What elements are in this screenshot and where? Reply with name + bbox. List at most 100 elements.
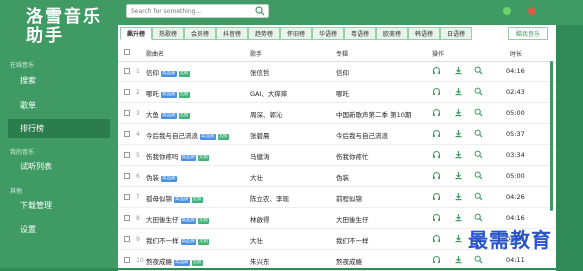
sidebar-item-search[interactable]: 搜索 xyxy=(8,71,110,90)
album: 今后我与自己流浪 xyxy=(336,132,388,140)
headphones-icon[interactable] xyxy=(432,66,441,77)
select-all-checkbox[interactable] xyxy=(124,49,130,55)
table-row[interactable]: 7 孤母似锦 高品质 无损 陈立农、李现 前程似锦 04:26 xyxy=(118,188,556,208)
download-icon[interactable] xyxy=(454,192,463,203)
search-input[interactable] xyxy=(127,5,251,17)
headphones-icon[interactable] xyxy=(432,129,441,140)
table-row[interactable]: 1 信仰 高品质 无损 张信哲 信仰 04:16 xyxy=(118,62,556,82)
tab-vip[interactable]: 会员榜 xyxy=(184,27,216,40)
search-icon[interactable] xyxy=(474,171,483,182)
singer: 张信哲 xyxy=(250,69,270,77)
row-checkbox[interactable] xyxy=(124,110,130,116)
row-checkbox[interactable] xyxy=(124,236,130,242)
singer: 大壮 xyxy=(250,174,263,182)
album: 大田後生仔 xyxy=(336,216,369,224)
download-icon[interactable] xyxy=(454,171,463,182)
table-row[interactable]: 5 伤我你疼吗 高品质 无损 马健涛 伤我你疼忙 03:34 xyxy=(118,146,556,166)
row-checkbox[interactable] xyxy=(124,194,130,200)
song-title: 大鱼 xyxy=(146,111,159,119)
sidebar: 洛雪音乐助手 在线音乐 搜索 歌单 排行榜 我的音乐 试听列表 其他 下载管理 … xyxy=(0,0,118,268)
headphones-icon[interactable] xyxy=(432,213,441,224)
headphones-icon[interactable] xyxy=(432,255,441,266)
row-checkbox[interactable] xyxy=(124,173,130,179)
row-checkbox[interactable] xyxy=(124,215,130,221)
minimize-button[interactable] xyxy=(503,7,511,15)
duration: 03:34 xyxy=(506,151,525,159)
sidebar-item-downloads[interactable]: 下载管理 xyxy=(8,196,110,215)
tab-hot[interactable]: 热歌榜 xyxy=(152,27,184,40)
singer: 张碧晨 xyxy=(250,132,270,140)
download-icon[interactable] xyxy=(454,87,463,98)
download-icon[interactable] xyxy=(454,255,463,266)
search-icon[interactable] xyxy=(474,66,483,77)
search-box[interactable] xyxy=(126,4,269,18)
tab-nostalgia[interactable]: 怀旧榜 xyxy=(280,27,312,40)
search-icon[interactable] xyxy=(474,108,483,119)
header-operations: 操作 xyxy=(432,51,445,58)
sidebar-item-settings[interactable]: 设置 xyxy=(8,220,110,239)
search-icon[interactable] xyxy=(474,213,483,224)
row-checkbox[interactable] xyxy=(124,68,130,74)
row-checkbox[interactable] xyxy=(124,89,130,95)
download-icon[interactable] xyxy=(454,213,463,224)
song-title: 伪装 xyxy=(146,174,159,182)
section-other: 其他 xyxy=(10,188,23,195)
duration: 02:43 xyxy=(506,88,525,96)
search-icon[interactable] xyxy=(474,150,483,161)
singer: 朱兴东 xyxy=(250,258,270,266)
table-row[interactable]: 4 今后我与自己流浪 高品质 无损 张碧晨 今后我与自己流浪 05:37 xyxy=(118,125,556,145)
tab-chinese[interactable]: 华语榜 xyxy=(312,27,344,40)
sidebar-item-playlists[interactable]: 歌单 xyxy=(8,96,110,115)
hq-badge: 高品质 xyxy=(161,71,177,77)
row-checkbox[interactable] xyxy=(124,131,130,137)
table-row[interactable]: 2 哪吒 高品质 无损 GAI、大痒痒 哪吒 02:43 xyxy=(118,83,556,103)
tab-cantonese[interactable]: 粤语榜 xyxy=(344,27,376,40)
headphones-icon[interactable] xyxy=(432,192,441,203)
table-row[interactable]: 6 伪装 高品质 大壮 伪装 05:00 xyxy=(118,167,556,187)
song-title: 伤我你疼吗 xyxy=(146,153,179,161)
top-bar xyxy=(118,0,583,25)
tab-trend[interactable]: 趋势榜 xyxy=(248,27,280,40)
row-checkbox[interactable] xyxy=(124,257,130,263)
table-row[interactable]: 10 熬夜成瘾 高品质 无损 朱兴东 熬夜成瘾 04:11 xyxy=(118,251,556,271)
scrollbar[interactable] xyxy=(550,61,553,211)
hq-badge: 高品质 xyxy=(174,197,190,203)
song-name: 伤我你疼吗 高品质 无损 xyxy=(146,151,209,161)
section-online-music: 在线音乐 xyxy=(10,62,35,69)
lossless-badge: 无损 xyxy=(178,71,190,77)
headphones-icon[interactable] xyxy=(432,234,441,245)
download-icon[interactable] xyxy=(454,66,463,77)
row-number: 4 xyxy=(136,131,140,138)
song-name: 大鱼 高品质 无损 xyxy=(146,109,190,119)
tab-soaring[interactable]: 飙升榜 xyxy=(120,27,152,40)
lossless-badge: 无损 xyxy=(178,113,190,119)
headphones-icon[interactable] xyxy=(432,87,441,98)
source-kuwo-tab[interactable]: 酷我音乐 xyxy=(508,27,548,40)
headphones-icon[interactable] xyxy=(432,108,441,119)
tab-douyin[interactable]: 抖音榜 xyxy=(216,27,248,40)
song-name: 大田後生仔 高品质 无损 xyxy=(146,214,209,224)
header-duration: 时长 xyxy=(510,51,523,58)
search-icon[interactable] xyxy=(255,6,265,18)
download-icon[interactable] xyxy=(454,234,463,245)
search-icon[interactable] xyxy=(474,255,483,266)
tab-western[interactable]: 欧美榜 xyxy=(376,27,408,40)
hq-badge: 高品质 xyxy=(180,155,196,161)
headphones-icon[interactable] xyxy=(432,171,441,182)
sidebar-item-listen-list[interactable]: 试听列表 xyxy=(8,157,110,176)
search-icon[interactable] xyxy=(474,129,483,140)
download-icon[interactable] xyxy=(454,129,463,140)
song-title: 我们不一样 xyxy=(146,237,179,245)
table-row[interactable]: 3 大鱼 高品质 无损 周深、郭沁 中国新歌声第二季 第10期 05:00 xyxy=(118,104,556,124)
row-checkbox[interactable] xyxy=(124,152,130,158)
download-icon[interactable] xyxy=(454,108,463,119)
sidebar-item-charts[interactable]: 排行榜 xyxy=(8,119,110,138)
close-button[interactable] xyxy=(528,7,536,15)
download-icon[interactable] xyxy=(454,150,463,161)
headphones-icon[interactable] xyxy=(432,150,441,161)
tab-korean[interactable]: 韩语榜 xyxy=(408,27,440,40)
tab-japanese[interactable]: 日语榜 xyxy=(440,27,472,40)
hq-badge: 高品质 xyxy=(180,239,196,245)
search-icon[interactable] xyxy=(474,87,483,98)
search-icon[interactable] xyxy=(474,192,483,203)
